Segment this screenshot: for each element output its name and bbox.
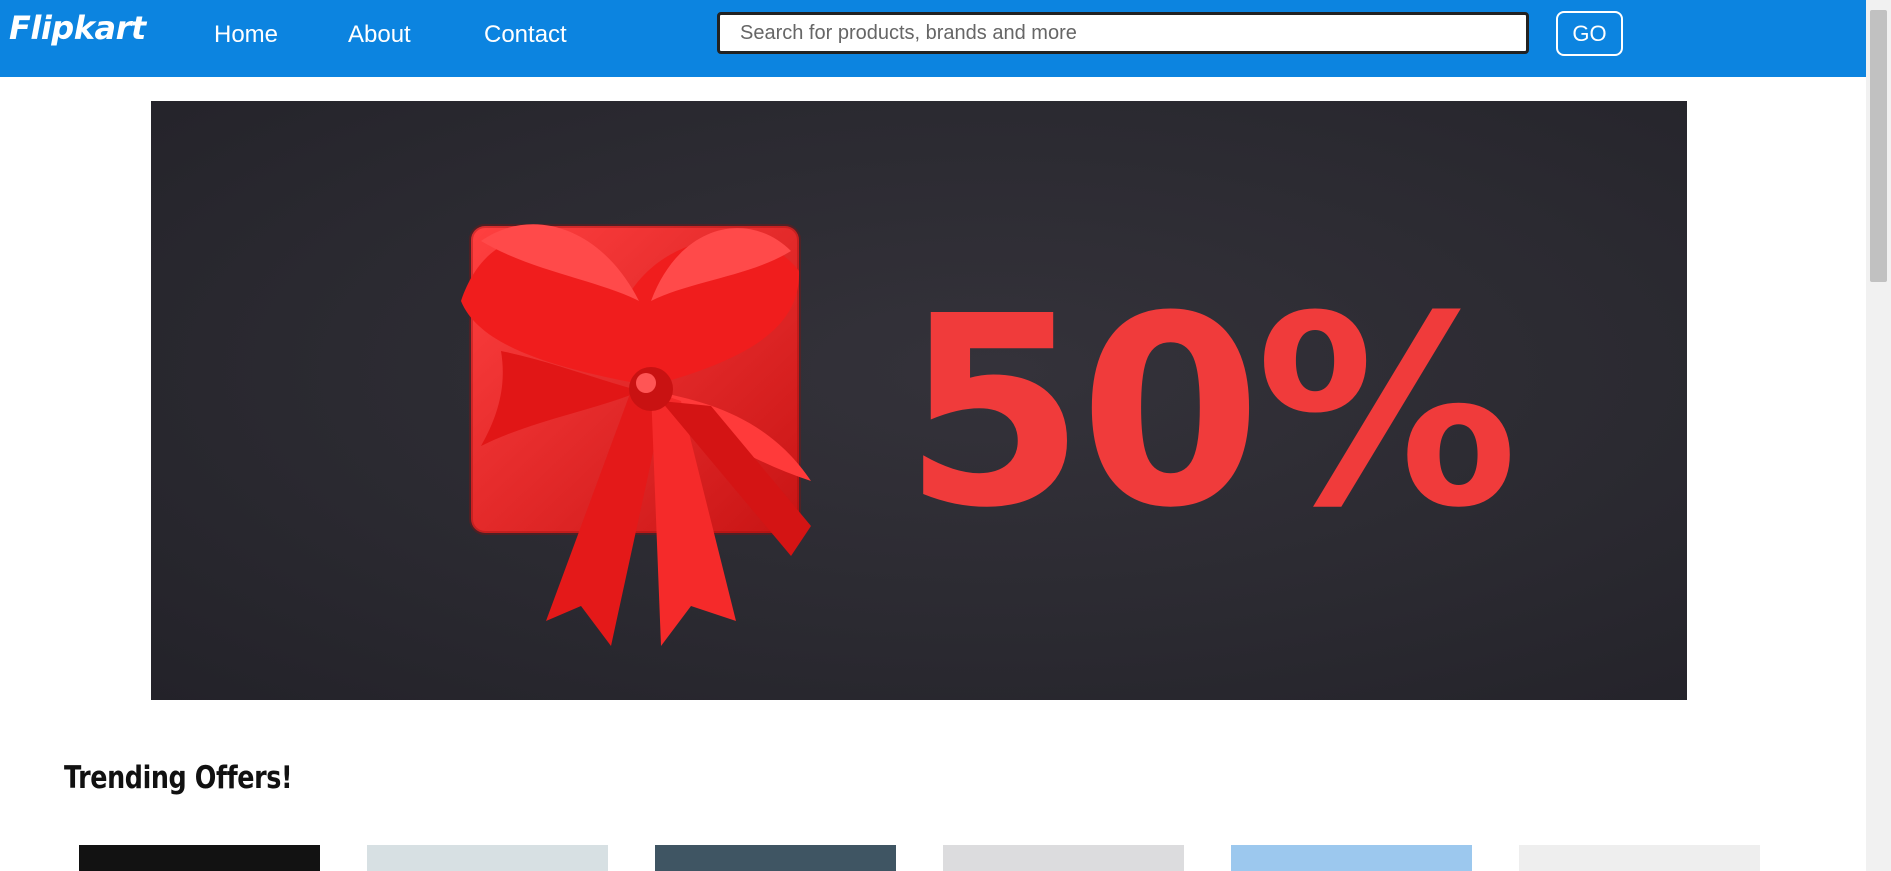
search-input[interactable]	[717, 12, 1529, 54]
scrollbar-thumb[interactable]	[1870, 10, 1887, 282]
gift-box-graphic	[461, 224, 811, 646]
offer-thumbnail[interactable]	[655, 845, 896, 871]
nav-link-contact[interactable]: Contact	[484, 21, 567, 49]
promo-banner[interactable]: 50%	[151, 101, 1687, 700]
offer-thumbnail[interactable]	[943, 845, 1184, 871]
page-scrollbar[interactable]	[1866, 0, 1891, 871]
nav-link-home[interactable]: Home	[214, 21, 278, 49]
banner-artwork: 50%	[461, 224, 1520, 646]
go-button[interactable]: GO	[1556, 11, 1623, 56]
offer-thumbnail[interactable]	[1519, 845, 1760, 871]
trending-offers-title: Trending Offers!	[64, 760, 293, 796]
top-navbar: Flipkart Home About Contact GO	[0, 0, 1866, 77]
brand-logo[interactable]: Flipkart	[9, 9, 146, 47]
offer-thumbnail[interactable]	[79, 845, 320, 871]
discount-text: 50%	[903, 260, 1514, 565]
nav-link-about[interactable]: About	[348, 21, 411, 49]
offer-thumbnail[interactable]	[367, 845, 608, 871]
offer-thumbnail[interactable]	[1231, 845, 1472, 871]
